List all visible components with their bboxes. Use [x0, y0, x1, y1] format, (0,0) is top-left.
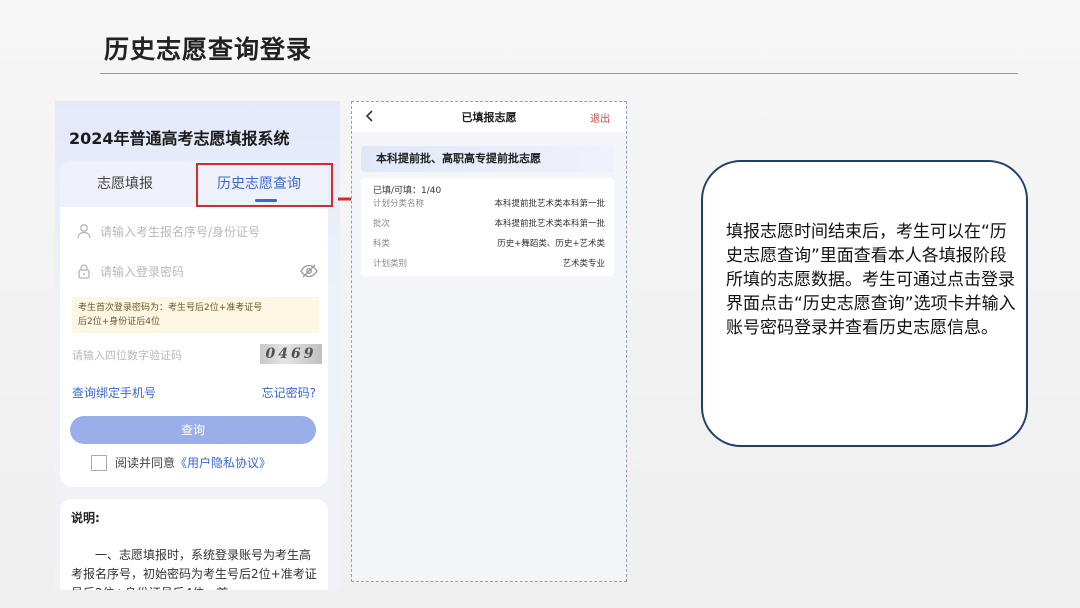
detail-label: 计划类别	[373, 259, 408, 269]
user-icon	[77, 224, 91, 239]
tip-line-1: 考生首次登录密码为：考生号后2位+准考证号	[78, 303, 263, 313]
detail-label: 计划分类名称	[373, 199, 425, 209]
detail-row: 计划分类名称 本科提前批艺术类本科第一批	[373, 197, 605, 211]
bind-phone-link[interactable]: 查询绑定手机号	[72, 384, 156, 401]
lock-icon	[78, 264, 90, 279]
agree-text: 阅读并同意	[115, 456, 176, 470]
privacy-policy-link[interactable]: 《用户隐私协议》	[175, 454, 271, 471]
slide-title: 历史志愿查询登录	[104, 35, 313, 64]
history-screenshot: 已填报志愿 退出 本科提前批、高职高专提前批志愿 已填/可填：1/40 计划分类…	[351, 101, 627, 582]
detail-value: 本科提前批艺术类本科第一批	[494, 219, 605, 229]
forgot-password-link[interactable]: 忘记密码?	[262, 384, 316, 401]
initial-password-tip: 考生首次登录密码为：考生号后2位+准考证号 后2位+身份证后4位	[72, 297, 319, 333]
detail-value: 艺术类专业	[562, 259, 605, 269]
query-button[interactable]: 查询	[70, 416, 316, 444]
detail-value: 本科提前批艺术类本科第一批	[494, 199, 605, 209]
exit-button[interactable]: 退出	[590, 110, 610, 125]
username-placeholder: 请输入考生报名序号/身份证号	[100, 224, 261, 239]
tab-volunteer-fill[interactable]: 志愿填报	[97, 173, 153, 193]
batch-banner: 本科提前批、高职高专提前批志愿	[361, 146, 614, 172]
password-placeholder: 请输入登录密码	[100, 264, 185, 279]
agree-checkbox[interactable]	[91, 454, 107, 471]
detail-row: 批次 本科提前批艺术类本科第一批	[373, 217, 605, 231]
password-field[interactable]: 请输入登录密码	[76, 261, 320, 281]
agreement-row: 阅读并同意 《用户隐私协议》	[91, 454, 271, 471]
detail-label: 批次	[373, 219, 391, 229]
explanation-text: 填报志愿时间结束后，考生可以在“历史志愿查询”里面查看本人各填报阶段所填的志愿数…	[726, 222, 1016, 338]
notes-title: 说明:	[71, 511, 100, 525]
notes-body: 一、志愿填报时，系统登录账号为考生高考报名序号，初始密码为考生号后2位+准考证号…	[71, 548, 317, 590]
title-divider	[100, 73, 1018, 74]
login-card: 志愿填报 历史志愿查询 请输入考生报名序号/身份证号 请输入登录密码 考生首次登…	[60, 161, 328, 487]
history-header: 已填报志愿 退出	[352, 102, 626, 132]
captcha-input[interactable]: 请输入四位数字验证码	[72, 347, 182, 363]
detail-row: 计划类别 艺术类专业	[373, 257, 605, 271]
captcha-image[interactable]: 0469	[260, 344, 322, 364]
eye-off-icon[interactable]	[300, 263, 318, 279]
tip-line-2: 后2位+身份证后4位	[78, 317, 160, 327]
detail-label: 科类	[373, 239, 391, 249]
explanation-bubble: 填报志愿时间结束后，考生可以在“历史志愿查询”里面查看本人各填报阶段所填的志愿数…	[701, 160, 1028, 447]
volunteer-detail-card: 已填/可填：1/40 计划分类名称 本科提前批艺术类本科第一批 批次 本科提前批…	[361, 178, 614, 276]
history-tab-highlight	[196, 163, 333, 207]
fill-count: 已填/可填：1/40	[373, 186, 442, 196]
detail-value: 历史+舞蹈类、历史+艺术类	[497, 239, 605, 249]
notes-card: 说明: 一、志愿填报时，系统登录账号为考生高考报名序号，初始密码为考生号后2位+…	[60, 499, 328, 590]
system-title: 2024年普通高考志愿填报系统	[69, 129, 290, 148]
username-field[interactable]: 请输入考生报名序号/身份证号	[76, 221, 320, 241]
detail-row: 科类 历史+舞蹈类、历史+艺术类	[373, 237, 605, 251]
history-title: 已填报志愿	[461, 111, 517, 124]
